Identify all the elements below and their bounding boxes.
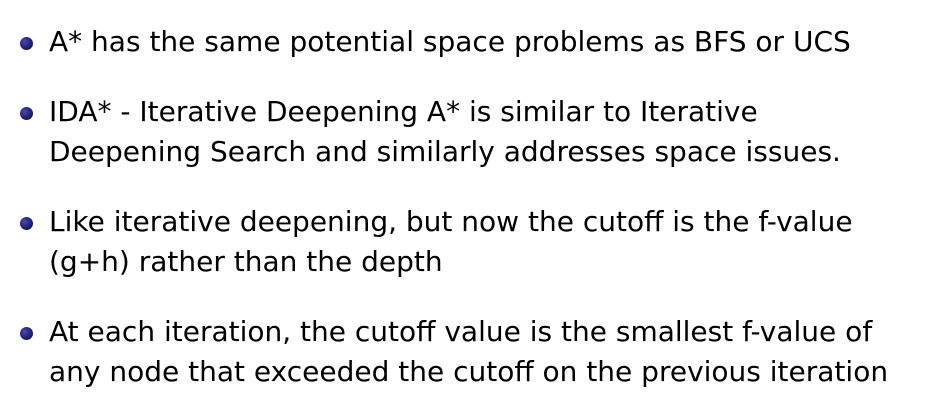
bullet-text-4: At each iteration, the cutoff value is t… — [49, 312, 929, 392]
bullet-3-line-1: Like iterative deepening, but now the cu… — [49, 205, 853, 238]
bullet-2-line-1: IDA* - Iterative Deepening A* is similar… — [49, 95, 758, 128]
bullet-4-line-2: any node that exceeded the cutoff on the… — [49, 355, 889, 388]
bullet-text-3: Like iterative deepening, but now the cu… — [49, 202, 929, 282]
bullet-4-line-1: At each iteration, the cutoff value is t… — [49, 315, 873, 348]
bullet-3-line-2: (g+h) rather than the depth — [49, 245, 443, 278]
bullet-dot-icon — [20, 217, 33, 230]
bullet-dot-icon — [20, 37, 33, 50]
bullet-2-line-2: Deepening Search and similarly addresses… — [49, 135, 841, 168]
bullet-dot-icon — [20, 107, 33, 120]
bullet-text-2: IDA* - Iterative Deepening A* is similar… — [49, 92, 929, 172]
bullet-text-1: A* has the same potential space problems… — [49, 22, 929, 62]
bullet-dot-icon — [20, 327, 33, 340]
bullet-1-line-1: A* has the same potential space problems… — [49, 25, 851, 58]
slide: A* has the same potential space problems… — [0, 0, 932, 405]
